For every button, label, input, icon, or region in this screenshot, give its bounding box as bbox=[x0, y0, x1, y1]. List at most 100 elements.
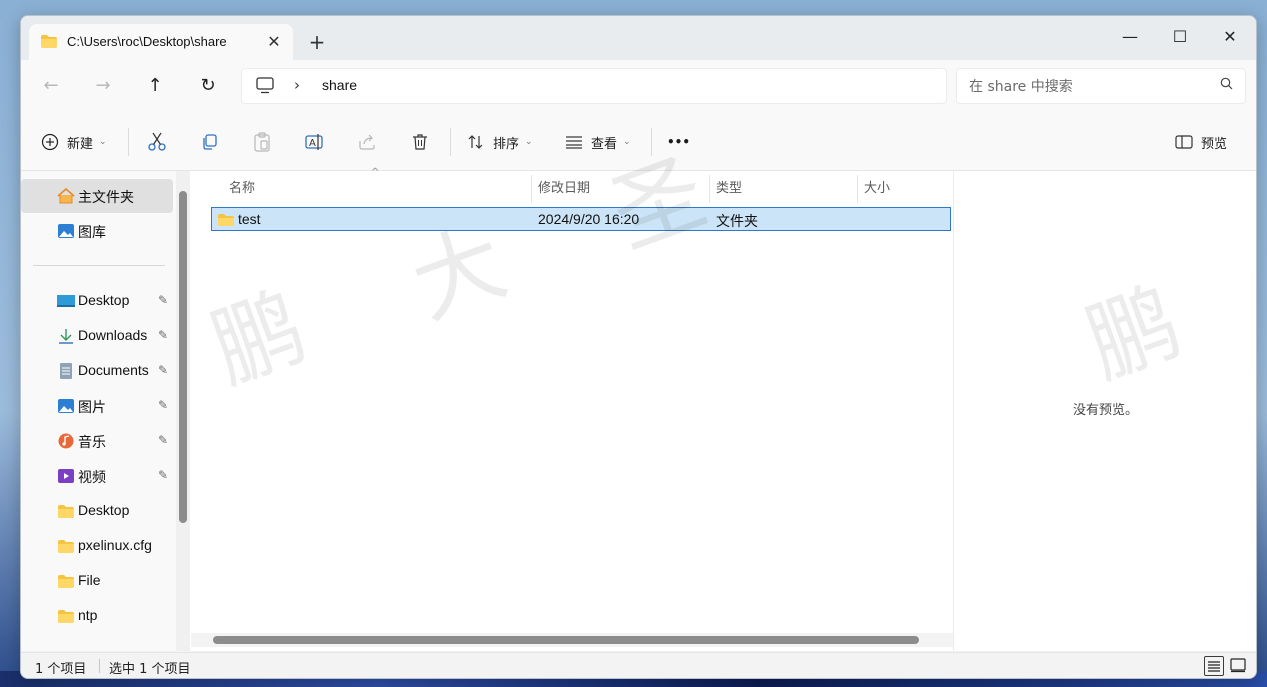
sidebar-item-desktop[interactable]: Desktop ✎ bbox=[21, 284, 173, 318]
search-box[interactable] bbox=[956, 68, 1246, 104]
tab-share[interactable]: C:\Users\roc\Desktop\share ✕ bbox=[29, 24, 293, 60]
details-view-button[interactable] bbox=[1204, 656, 1224, 676]
search-icon bbox=[1220, 77, 1233, 90]
paste-button[interactable] bbox=[253, 128, 271, 156]
maximize-button[interactable]: ☐ bbox=[1157, 22, 1203, 52]
minimize-button[interactable]: — bbox=[1107, 22, 1153, 52]
sidebar-item-videos[interactable]: 视频 ✎ bbox=[21, 459, 173, 493]
preview-pane-button[interactable]: 预览 bbox=[1175, 128, 1227, 156]
tab-close-icon[interactable]: ✕ bbox=[262, 30, 286, 54]
up-button[interactable]: ↑ bbox=[139, 72, 171, 100]
share-icon bbox=[359, 134, 375, 150]
folder-icon bbox=[58, 540, 74, 553]
details-view-icon bbox=[1208, 661, 1220, 672]
sidebar-item-label: 图片 bbox=[78, 399, 106, 415]
pin-icon[interactable]: ✎ bbox=[158, 293, 168, 307]
sidebar-item-downloads[interactable]: Downloads ✎ bbox=[21, 319, 173, 353]
sidebar-item-pxelinux[interactable]: pxelinux.cfg bbox=[21, 529, 173, 563]
documents-icon bbox=[60, 363, 72, 379]
view-button[interactable]: 查看 ⌄ bbox=[565, 128, 631, 156]
new-label: 新建 bbox=[67, 136, 94, 152]
video-icon bbox=[58, 469, 74, 483]
column-header-name[interactable]: 名称 bbox=[229, 177, 255, 196]
sidebar-scrollbar[interactable] bbox=[176, 171, 190, 651]
preview-pane: 没有预览。 bbox=[953, 171, 1256, 651]
sidebar-item-ntp[interactable]: ntp bbox=[21, 599, 173, 633]
copy-icon bbox=[203, 134, 217, 150]
sidebar-item-label: 视频 bbox=[78, 469, 106, 485]
file-list-scrollbar[interactable] bbox=[191, 633, 953, 647]
copy-button[interactable] bbox=[201, 128, 219, 156]
address-bar[interactable]: › share bbox=[241, 68, 947, 104]
trash-icon bbox=[413, 134, 427, 150]
close-button[interactable]: ✕ bbox=[1207, 22, 1253, 52]
chevron-down-icon: ⌄ bbox=[525, 137, 533, 147]
column-header-type[interactable]: 类型 bbox=[716, 177, 742, 196]
command-bar: 新建 ⌄ A 排序 ⌄ 查看 ⌄ ••• 预览 bbox=[21, 112, 1256, 171]
toolbar-divider bbox=[651, 128, 652, 156]
column-divider[interactable] bbox=[709, 175, 710, 203]
refresh-button[interactable]: ↻ bbox=[192, 72, 224, 100]
sidebar-item-pictures[interactable]: 图片 ✎ bbox=[21, 389, 173, 423]
folder-icon bbox=[58, 610, 74, 623]
new-tab-button[interactable]: + bbox=[303, 30, 331, 54]
sort-button[interactable]: 排序 ⌄ bbox=[467, 128, 533, 156]
preview-label: 预览 bbox=[1201, 136, 1228, 152]
main-content: 主文件夹 图库 Desktop ✎ Downloads ✎ Documents … bbox=[21, 139, 1256, 651]
pin-icon[interactable]: ✎ bbox=[158, 468, 168, 482]
sidebar-item-documents[interactable]: Documents ✎ bbox=[21, 354, 173, 388]
folder-icon bbox=[58, 575, 74, 588]
search-input[interactable] bbox=[967, 75, 1211, 99]
column-divider[interactable] bbox=[857, 175, 858, 203]
rename-button[interactable]: A bbox=[305, 128, 325, 156]
scissors-icon bbox=[148, 132, 166, 151]
share-button[interactable] bbox=[358, 128, 376, 156]
column-header-modified[interactable]: 修改日期 bbox=[538, 177, 590, 196]
delete-button[interactable] bbox=[411, 128, 429, 156]
large-icons-view-button[interactable] bbox=[1229, 656, 1249, 676]
sidebar-item-label: Desktop bbox=[78, 292, 130, 308]
scrollbar-thumb[interactable] bbox=[179, 191, 187, 523]
this-pc-icon bbox=[256, 77, 274, 94]
sidebar-item-music[interactable]: 音乐 ✎ bbox=[21, 424, 173, 458]
file-name: test bbox=[238, 211, 261, 227]
scrollbar-thumb[interactable] bbox=[213, 636, 919, 644]
more-options-button[interactable]: ••• bbox=[667, 128, 690, 156]
home-icon bbox=[57, 188, 75, 204]
sidebar-item-label: File bbox=[78, 572, 101, 588]
download-icon bbox=[59, 329, 73, 344]
column-header-size[interactable]: 大小 bbox=[864, 177, 890, 196]
item-count: 1 个项目 bbox=[35, 662, 87, 677]
pin-icon[interactable]: ✎ bbox=[158, 363, 168, 377]
status-bar: 1 个项目 选中 1 个项目 bbox=[21, 652, 1256, 678]
column-divider[interactable] bbox=[531, 175, 532, 203]
sort-icon bbox=[468, 135, 483, 149]
view-label: 查看 bbox=[591, 136, 618, 152]
sidebar-item-label: 音乐 bbox=[78, 434, 106, 450]
back-button[interactable]: ← bbox=[35, 72, 67, 100]
folder-icon bbox=[41, 35, 57, 48]
forward-button[interactable]: → bbox=[87, 72, 119, 100]
pin-icon[interactable]: ✎ bbox=[158, 328, 168, 342]
sidebar-item-desktop-folder[interactable]: Desktop bbox=[21, 494, 173, 528]
breadcrumb-chevron-icon[interactable]: › bbox=[294, 76, 300, 94]
file-explorer-window: C:\Users\roc\Desktop\share ✕ + — ☐ ✕ ← →… bbox=[20, 15, 1257, 679]
plus-circle-icon bbox=[41, 133, 59, 151]
sidebar-item-file[interactable]: File bbox=[21, 564, 173, 598]
toolbar-divider bbox=[450, 128, 451, 156]
tiles-view-icon bbox=[1230, 658, 1246, 673]
breadcrumb-share[interactable]: share bbox=[322, 77, 357, 93]
sidebar-item-gallery[interactable]: 图库 bbox=[21, 214, 173, 248]
rename-icon: A bbox=[305, 134, 323, 150]
sidebar-item-home[interactable]: 主文件夹 bbox=[21, 179, 173, 213]
tab-title: C:\Users\roc\Desktop\share bbox=[67, 34, 227, 49]
new-button[interactable]: 新建 ⌄ bbox=[41, 128, 107, 156]
sidebar-item-label: 图库 bbox=[78, 224, 106, 240]
table-row[interactable]: test 2024/9/20 16:20 文件夹 bbox=[211, 207, 951, 231]
file-list: ^ 名称 修改日期 类型 大小 test 2024/9/20 16:20 文件夹 bbox=[191, 167, 953, 651]
pin-icon[interactable]: ✎ bbox=[158, 398, 168, 412]
file-type: 文件夹 bbox=[716, 213, 758, 229]
pin-icon[interactable]: ✎ bbox=[158, 433, 168, 447]
cut-button[interactable] bbox=[148, 128, 166, 156]
navigation-bar: ← → ↑ ↻ › share bbox=[21, 60, 1256, 112]
